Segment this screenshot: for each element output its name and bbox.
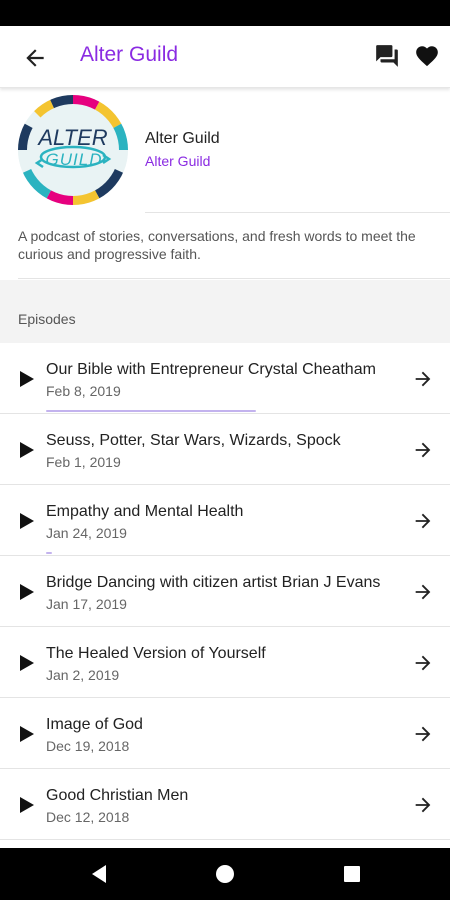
episode-title: The Healed Version of Yourself	[46, 645, 266, 662]
episode-item[interactable]: Our Bible with Entrepreneur Crystal Chea…	[0, 343, 450, 414]
episode-date: Feb 8, 2019	[46, 383, 121, 399]
arrow-forward-icon[interactable]	[412, 723, 434, 745]
episodes-label: Episodes	[18, 311, 76, 327]
episode-title: Bridge Dancing with citizen artist Brian…	[46, 574, 381, 591]
episode-date: Feb 1, 2019	[46, 454, 121, 470]
app-bar: Alter Guild	[0, 26, 450, 88]
episode-item[interactable]: Seuss, Potter, Star Wars, Wizards, Spock…	[0, 414, 450, 485]
episode-title: Our Bible with Entrepreneur Crystal Chea…	[46, 361, 376, 378]
play-icon[interactable]	[18, 583, 36, 601]
nav-home-icon[interactable]	[216, 865, 234, 883]
svg-text:GUILD: GUILD	[46, 150, 103, 169]
play-icon[interactable]	[18, 512, 36, 530]
episode-progress-bar	[46, 410, 256, 412]
play-icon[interactable]	[18, 370, 36, 388]
episode-date: Dec 12, 2018	[46, 809, 130, 825]
episode-item[interactable]: Empathy and Mental Health Jan 24, 2019	[0, 485, 450, 556]
podcast-author-link[interactable]: Alter Guild	[145, 153, 210, 169]
status-bar	[0, 0, 450, 26]
play-icon[interactable]	[18, 654, 36, 672]
episode-item[interactable]: Image of God Dec 19, 2018	[0, 698, 450, 769]
page-title: Alter Guild	[80, 43, 179, 66]
episode-item[interactable]: The Healed Version of Yourself Jan 2, 20…	[0, 627, 450, 698]
episode-list: Our Bible with Entrepreneur Crystal Chea…	[0, 343, 450, 840]
arrow-forward-icon[interactable]	[412, 439, 434, 461]
podcast-name: Alter Guild	[145, 130, 220, 147]
episode-date: Jan 2, 2019	[46, 667, 120, 683]
arrow-forward-icon[interactable]	[412, 368, 434, 390]
play-icon[interactable]	[18, 725, 36, 743]
nav-recents-icon[interactable]	[344, 866, 360, 882]
chat-icon[interactable]	[373, 43, 401, 69]
heart-icon[interactable]	[414, 43, 440, 69]
nav-back-icon[interactable]	[90, 864, 108, 884]
episode-date: Dec 19, 2018	[46, 738, 130, 754]
episode-item[interactable]: Bridge Dancing with citizen artist Brian…	[0, 556, 450, 627]
episode-date: Jan 17, 2019	[46, 596, 127, 612]
episode-title: Image of God	[46, 716, 143, 733]
episode-title: Seuss, Potter, Star Wars, Wizards, Spock	[46, 432, 341, 449]
arrow-forward-icon[interactable]	[412, 652, 434, 674]
play-icon[interactable]	[18, 796, 36, 814]
system-nav-bar	[0, 848, 450, 900]
podcast-cover[interactable]: ALTER GUILD	[18, 95, 128, 205]
episodes-section-header: Episodes	[0, 280, 450, 343]
play-icon[interactable]	[18, 441, 36, 459]
episode-date: Jan 24, 2019	[46, 525, 127, 541]
podcast-description: A podcast of stories, conversations, and…	[18, 228, 416, 262]
podcast-logo: ALTER GUILD	[18, 95, 128, 205]
divider	[145, 212, 450, 213]
episode-title: Empathy and Mental Health	[46, 503, 244, 520]
podcast-header: ALTER GUILD Alter Guild Alter Guild A po…	[0, 88, 450, 280]
arrow-back-icon[interactable]	[22, 45, 48, 71]
arrow-forward-icon[interactable]	[412, 794, 434, 816]
arrow-forward-icon[interactable]	[412, 510, 434, 532]
episode-progress-bar	[46, 552, 52, 554]
episode-title: Good Christian Men	[46, 787, 189, 804]
episode-item[interactable]: Good Christian Men Dec 12, 2018	[0, 769, 450, 840]
arrow-forward-icon[interactable]	[412, 581, 434, 603]
divider	[18, 278, 450, 279]
